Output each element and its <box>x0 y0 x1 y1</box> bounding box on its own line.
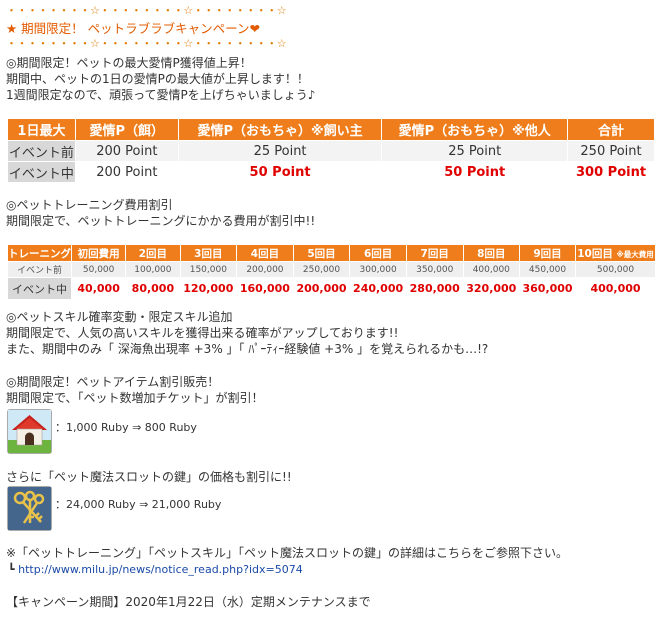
table-header: トレーニング <box>7 244 72 262</box>
table-cell: 25 Point <box>381 140 569 162</box>
doghouse-icon <box>7 409 52 454</box>
section-text: さらに「ペット魔法スロットの鍵」の価格も割引に!! <box>6 470 292 484</box>
table-cell: 80,000 <box>125 277 181 300</box>
table-cell: 100,000 <box>125 261 181 278</box>
section-text: 期間中、ペットの1日の愛情Pの最大値が上昇します！！ <box>6 72 309 86</box>
table-cell: 25 Point <box>177 140 383 162</box>
table-cell: 350,000 <box>405 261 464 278</box>
table-cell: 300,000 <box>349 261 407 278</box>
table-cell: 200,000 <box>292 277 351 300</box>
row-label: イベント前 <box>7 261 72 278</box>
table-header: 7回目 <box>405 244 464 262</box>
table-cell: 450,000 <box>519 261 576 278</box>
table-cell: 40,000 <box>70 277 127 300</box>
table-cell: 250 Point <box>567 140 655 162</box>
table-cell: 500,000 <box>574 261 657 278</box>
table-header: 6回目 <box>349 244 407 262</box>
table-row: イベント中 200 Point 50 Point 50 Point 300 Po… <box>7 161 655 183</box>
training-cost-table: トレーニング 初回費用 2回目 3回目 4回目 5回目 6回目 7回目 8回目 … <box>7 244 657 300</box>
ornament-bottom: ・・・・・・・・☆・・・・・・・・☆・・・・・・・・☆ <box>6 37 287 50</box>
section-item-sale: ◎期間限定！ペットアイテム割引販売！ 期間限定で、「ペット数増加チケット」が割引… <box>6 374 264 406</box>
table-cell: 240,000 <box>349 277 407 300</box>
table-header: 愛情P（おもちゃ）※飼い主 <box>177 118 383 141</box>
header-note: ※最大費用 <box>616 249 654 259</box>
table-header: 2回目 <box>125 244 181 262</box>
table-cell: 400,000 <box>462 261 521 278</box>
section-text: 1週間限定なので、頑張って愛情Pを上げちゃいましょう♪ <box>6 88 316 102</box>
table-cell: 250,000 <box>292 261 351 278</box>
table-header: 愛情P（餌） <box>74 118 179 141</box>
section-text: 期間限定で、「ペット数増加チケット」が割引！ <box>6 391 264 405</box>
details-note: ※「ペットトレーニング」「ペットスキル」「ペット魔法スロットの鍵」の詳細はこちら… <box>6 546 569 560</box>
section-heading: ◎期間限定！ペットの最大愛情P獲得値上昇！ <box>6 56 252 70</box>
header-label: 10回目 <box>577 247 613 260</box>
details-link[interactable]: http://www.milu.jp/news/notice_read.php?… <box>18 563 303 576</box>
section-heading: ◎ペットトレーニング費用割引 <box>6 198 173 212</box>
section-training: ◎ペットトレーニング費用割引 期間限定で、ペットトレーニングにかかる費用が割引中… <box>6 197 315 229</box>
table-header: 8回目 <box>462 244 521 262</box>
table-cell: 320,000 <box>462 277 521 300</box>
table-header: 9回目 <box>519 244 576 262</box>
section-heading: ◎ペットスキル確率変動・限定スキル追加 <box>6 310 233 324</box>
table-cell: 400,000 <box>574 277 657 300</box>
table-cell: 160,000 <box>236 277 294 300</box>
ticket-price: ：1,000 Ruby ⇒ 800 Ruby <box>55 421 197 434</box>
ornament-top: ・・・・・・・・☆・・・・・・・・☆・・・・・・・・☆ <box>6 4 287 17</box>
section-text: また、期間中のみ「 深海魚出現率 +3% 」「 ﾊﾟｰﾃｨｰ経験値 +3% 」を… <box>6 342 489 356</box>
arrow-icon: ┗ <box>8 563 15 576</box>
campaign-period: 【キャンペーン期間】2020年1月22日（水）定期メンテナンスまで <box>6 595 371 609</box>
table-cell: 200 Point <box>74 161 179 183</box>
table-row: イベント前 200 Point 25 Point 25 Point 250 Po… <box>7 140 655 162</box>
table-row: イベント前 50,000 100,000 150,000 200,000 250… <box>7 261 657 278</box>
link-row: ┗ http://www.milu.jp/news/notice_read.ph… <box>8 562 303 578</box>
table-cell: 50,000 <box>70 261 127 278</box>
section-heading: ◎期間限定！ペットアイテム割引販売！ <box>6 375 220 389</box>
row-label: イベント中 <box>7 277 72 300</box>
row-label: イベント前 <box>7 140 76 162</box>
table-cell: 150,000 <box>179 261 238 278</box>
key-price: ：24,000 Ruby ⇒ 21,000 Ruby <box>55 498 222 511</box>
table-cell: 120,000 <box>179 277 238 300</box>
table-header: 初回費用 <box>70 244 127 262</box>
section-affection: ◎期間限定！ペットの最大愛情P獲得値上昇！ 期間中、ペットの1日の愛情Pの最大値… <box>6 55 315 103</box>
table-cell: 200,000 <box>236 261 294 278</box>
table-header: 愛情P（おもちゃ）※他人 <box>381 118 569 141</box>
table-cell: 280,000 <box>405 277 464 300</box>
table-header: 5回目 <box>292 244 351 262</box>
section-text: 期間限定で、人気の高いスキルを獲得出来る確率がアップしております!! <box>6 326 399 340</box>
table-row: イベント中 40,000 80,000 120,000 160,000 200,… <box>7 277 657 300</box>
row-label: イベント中 <box>7 161 76 183</box>
section-skill: ◎ペットスキル確率変動・限定スキル追加 期間限定で、人気の高いスキルを獲得出来る… <box>6 309 488 357</box>
table-cell: 300 Point <box>567 161 655 183</box>
table-header: 1日最大 <box>7 118 76 141</box>
section-text: 期間限定で、ペットトレーニングにかかる費用が割引中!! <box>6 214 316 228</box>
table-cell: 200 Point <box>74 140 179 162</box>
table-header: 10回目 ※最大費用 <box>574 244 657 262</box>
table-cell: 50 Point <box>177 161 383 183</box>
table-header: 3回目 <box>179 244 238 262</box>
table-cell: 50 Point <box>381 161 569 183</box>
table-header: 4回目 <box>236 244 294 262</box>
table-header: 合計 <box>567 118 655 141</box>
keys-icon <box>7 486 52 531</box>
table-cell: 360,000 <box>519 277 576 300</box>
affection-table: 1日最大 愛情P（餌） 愛情P（おもちゃ）※飼い主 愛情P（おもちゃ）※他人 合… <box>7 118 655 183</box>
